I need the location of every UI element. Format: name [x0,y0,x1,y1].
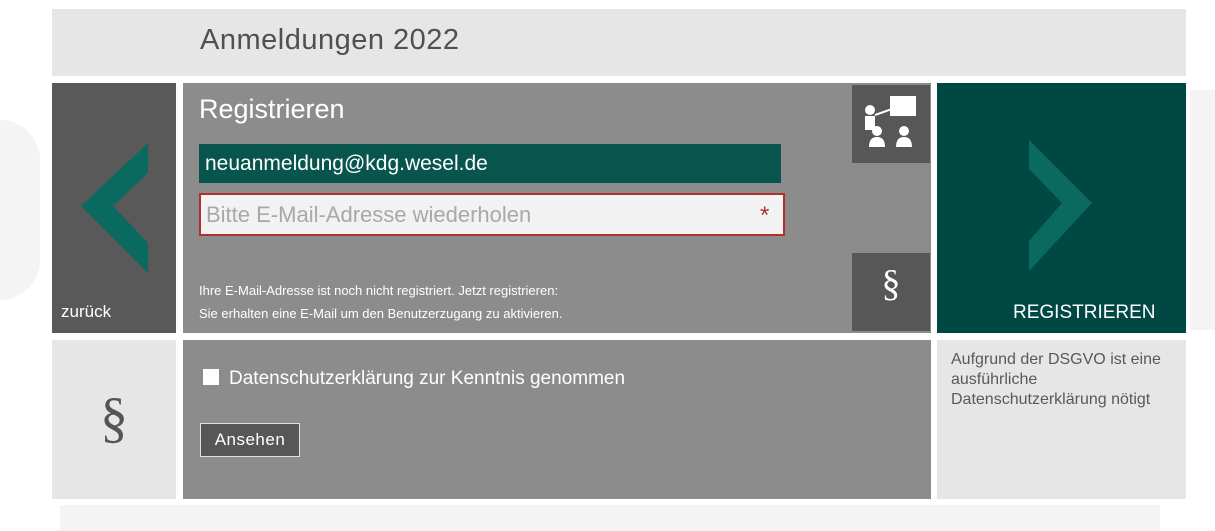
view-privacy-button[interactable]: Ansehen [200,423,300,457]
teacher-class-icon [865,96,916,147]
email-field[interactable] [199,144,781,183]
register-button[interactable] [937,83,1186,333]
register-label: REGISTRIEREN [1013,302,1156,323]
background-decoration [0,120,40,300]
back-label: zurück [61,302,112,321]
repeat-email-field[interactable] [199,193,785,236]
teacher-class-button[interactable] [852,85,930,163]
privacy-panel [183,340,931,499]
paragraph-icon: § [881,263,901,305]
registration-title: Registrieren [199,94,345,124]
back-button[interactable] [52,83,176,333]
info-text-line2: Sie erhalten eine E-Mail um den Benutzer… [199,306,563,321]
required-marker: * [760,202,770,229]
background-decoration [1190,90,1215,330]
privacy-note: Aufgrund der DSGVO ist eine ausführliche… [951,351,1161,408]
chevron-left-icon [81,143,148,273]
paragraph-icon: § [100,387,128,449]
privacy-checkbox-label[interactable]: Datenschutzerklärung zur Kenntnis genomm… [229,368,625,390]
chevron-right-icon [1029,140,1092,271]
privacy-checkbox[interactable] [203,369,219,385]
page-title: Anmeldungen 2022 [200,24,460,56]
background-decoration [60,505,1160,531]
info-text-line1: Ihre E-Mail-Adresse ist noch nicht regis… [199,283,559,298]
